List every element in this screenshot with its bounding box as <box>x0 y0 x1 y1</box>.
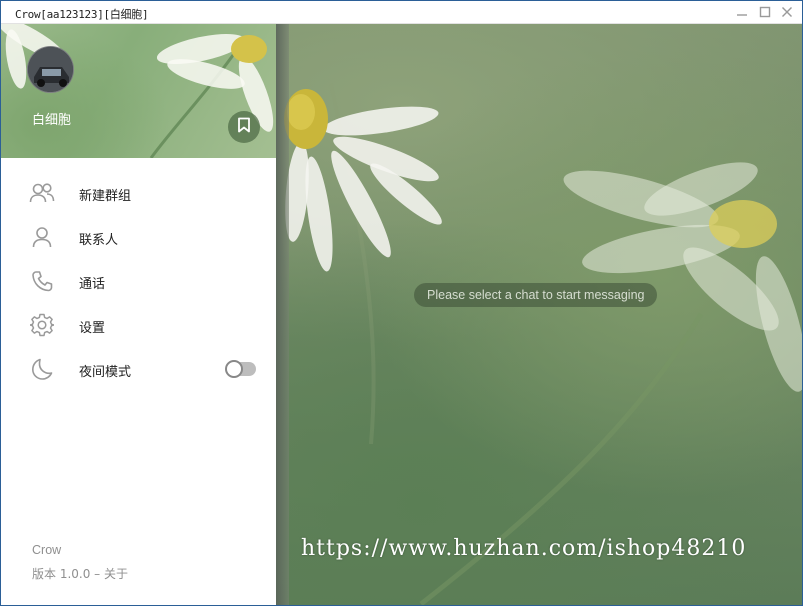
version-about-link[interactable]: 版本 1.0.0 – 关于 <box>32 565 128 582</box>
window-title: Crow[aa123123][白细胞] <box>15 8 149 21</box>
contact-icon <box>29 225 55 249</box>
close-icon <box>781 6 793 18</box>
menu-item-night-mode[interactable]: 夜间模式 <box>1 347 276 391</box>
main-content: Please select a chat to start messaging … <box>1 24 802 605</box>
username: 白细胞 <box>32 113 72 128</box>
toggle-knob <box>225 360 243 378</box>
gear-icon <box>29 313 55 337</box>
drawer-edge <box>276 24 289 605</box>
app-window: Crow[aa123123][白细胞] Please select a chat… <box>0 0 803 606</box>
maximize-button[interactable] <box>756 4 774 20</box>
close-button[interactable] <box>778 4 796 20</box>
menu-item-label: 联系人 <box>79 233 119 248</box>
menu-item-calls[interactable]: 通话 <box>1 259 276 303</box>
avatar[interactable] <box>27 46 74 93</box>
night-mode-toggle[interactable] <box>225 360 256 378</box>
menu-item-contacts[interactable]: 联系人 <box>1 215 276 259</box>
menu-item-label: 通话 <box>79 277 106 292</box>
menu-item-label: 夜间模式 <box>79 365 132 380</box>
moon-icon <box>29 357 55 381</box>
menu-item-settings[interactable]: 设置 <box>1 303 276 347</box>
app-name: Crow <box>32 543 62 557</box>
maximize-icon <box>759 6 771 18</box>
menu-item-label: 设置 <box>79 321 106 336</box>
watermark-text: https://www.huzhan.com/ishop48210 <box>301 536 747 561</box>
select-chat-hint: Please select a chat to start messaging <box>414 283 658 307</box>
minimize-button[interactable] <box>733 4 751 20</box>
drawer-header: 白细胞 <box>1 24 276 158</box>
saved-messages-button[interactable] <box>228 111 260 143</box>
menu-item-label: 新建群组 <box>79 189 132 204</box>
side-drawer: 白细胞 新建群组 联系人 通话 设置 夜间模式 Crow 版本 1.0.0 – … <box>1 24 276 605</box>
title-bar: Crow[aa123123][白细胞] <box>1 1 802 24</box>
bookmark-icon <box>237 117 251 137</box>
drawer-menu: 新建群组 联系人 通话 设置 夜间模式 <box>1 171 276 391</box>
minimize-icon <box>736 6 748 18</box>
menu-item-new-group[interactable]: 新建群组 <box>1 171 276 215</box>
group-icon <box>29 181 55 205</box>
phone-icon <box>29 269 55 293</box>
